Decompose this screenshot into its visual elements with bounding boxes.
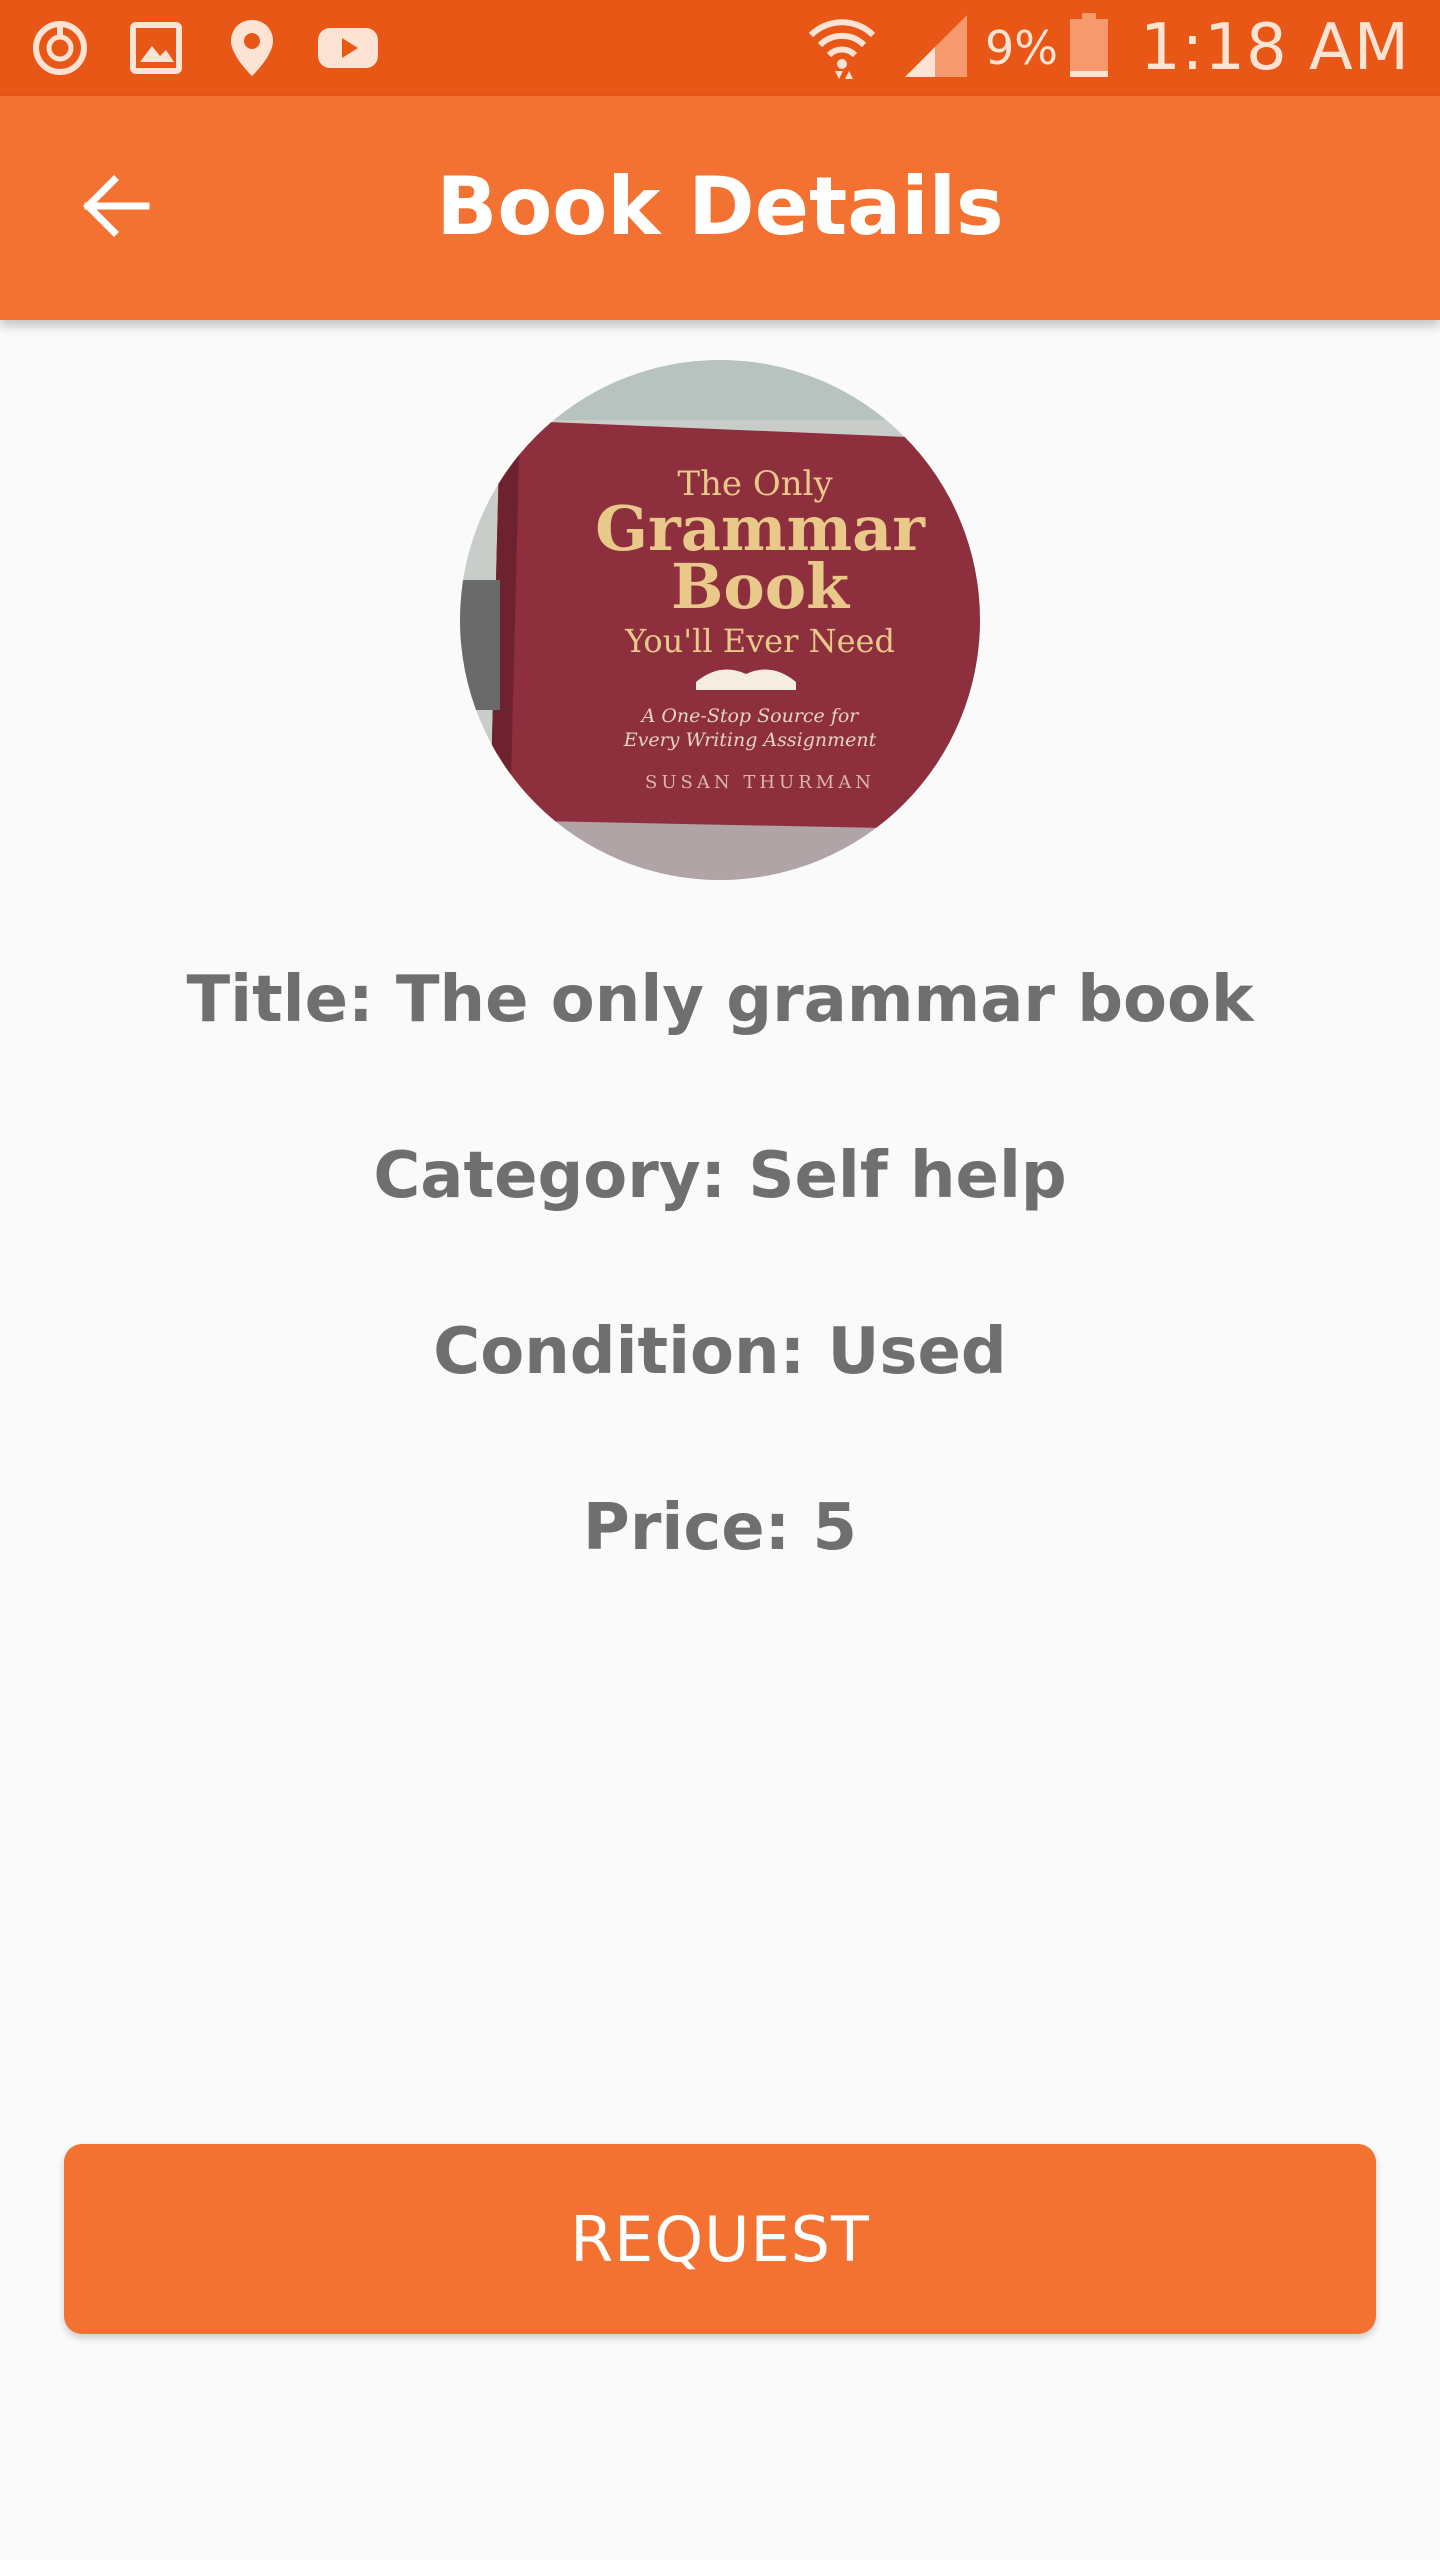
sync-icon [28,16,92,80]
title-label: Title: [186,963,396,1037]
cell-signal-icon [901,11,985,85]
condition-label: Condition: [433,1315,828,1389]
book-details-screen: 9% 1:18 AM Book Details The Only Grammar… [0,0,1440,2560]
price-label: Price: [582,1491,813,1565]
status-bar: 9% 1:18 AM [0,0,1440,96]
status-notification-icons [28,14,380,82]
price-value: 5 [812,1491,858,1565]
cover-subtitle-2: Every Writing Assignment [623,729,877,751]
cover-line-4: You'll Ever Need [624,622,895,660]
condition-row: Condition: Used [0,1302,1440,1402]
battery-icon [1068,13,1140,83]
status-system-icons: 9% 1:18 AM [805,0,1410,96]
request-button[interactable]: REQUEST [64,2144,1376,2334]
category-value: Self help [748,1139,1067,1213]
title-row: Title: The only grammar book [0,950,1440,1050]
status-clock: 1:18 AM [1139,11,1410,85]
price-row: Price: 5 [0,1478,1440,1578]
battery-percent: 9% [984,21,1058,75]
gallery-icon [124,16,188,80]
wifi-icon [805,9,901,87]
cover-author: SUSAN THURMAN [645,772,875,793]
cover-subtitle-1: A One-Stop Source for [640,705,861,727]
category-label: Category: [373,1139,749,1213]
category-row: Category: Self help [0,1126,1440,1226]
location-pin-icon [220,16,284,80]
app-bar: Book Details [0,96,1440,320]
youtube-icon [316,16,380,80]
page-title: Book Details [436,160,1004,253]
condition-value: Used [827,1315,1007,1389]
cover-line-3: Book [671,550,851,623]
book-cover-image: The Only Grammar Book You'll Ever Need A… [460,360,980,880]
title-value: The only grammar book [395,963,1254,1037]
